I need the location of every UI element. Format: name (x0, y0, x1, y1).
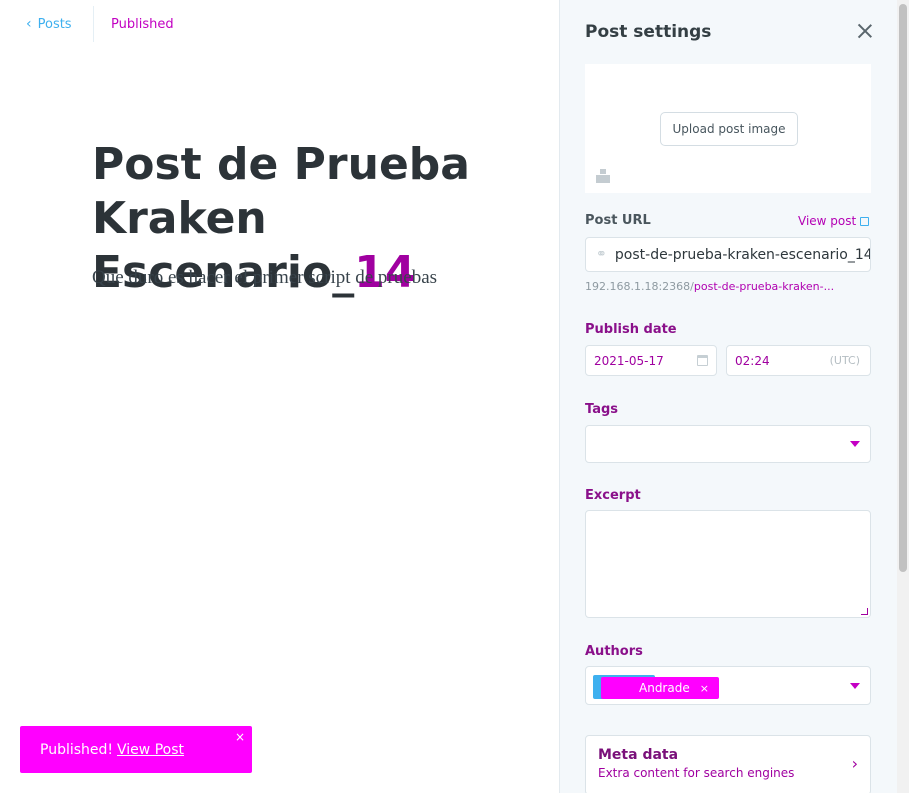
post-url-preview: 192.168.1.18:2368/post-de-prueba-kraken-… (585, 280, 871, 293)
date-value: 2021-05-17 (594, 353, 664, 368)
chevron-down-icon (850, 441, 860, 447)
url-preview-slug: post-de-prueba-kraken-... (693, 280, 835, 293)
post-settings-panel: Post settings Upload post image Post URL… (559, 0, 909, 793)
remove-author-icon[interactable]: × (700, 682, 709, 695)
author-name: Andrade (639, 681, 690, 695)
editor-topbar: ‹ Posts Published (0, 0, 559, 48)
post-image-dropzone[interactable]: Upload post image (585, 64, 871, 193)
url-preview-host: 192.168.1.18:2368/ (585, 280, 694, 293)
tags-label: Tags (585, 402, 619, 417)
back-to-posts-link[interactable]: ‹ Posts (26, 16, 72, 32)
time-value: 02:24 (735, 353, 770, 368)
authors-select[interactable]: Andrade × (585, 666, 871, 705)
timezone-label: (UTC) (829, 354, 860, 367)
upload-post-image-button[interactable]: Upload post image (660, 112, 798, 146)
publish-date-label: Publish date (585, 322, 677, 337)
meta-data-card[interactable]: Meta data Extra content for search engin… (585, 735, 871, 793)
toast-close-icon[interactable]: × (235, 730, 245, 744)
publish-time-input[interactable]: 02:24 (UTC) (726, 345, 871, 376)
meta-data-subtitle: Extra content for search engines (598, 766, 795, 780)
authors-label: Authors (585, 644, 643, 659)
publish-date-input[interactable]: 2021-05-17 (585, 345, 717, 376)
resize-handle-icon[interactable] (861, 608, 868, 615)
toast-view-post-link[interactable]: View Post (117, 742, 184, 758)
editor-area: ‹ Posts Published Post de Prueba Kraken … (0, 0, 559, 793)
post-url-label: Post URL (585, 213, 651, 228)
meta-data-title: Meta data (598, 747, 679, 763)
external-link-icon (860, 216, 870, 226)
chevron-right-icon: › (851, 754, 858, 773)
post-url-input[interactable]: ⚭ post-de-prueba-kraken-escenario_14 (585, 237, 871, 272)
close-icon[interactable] (856, 22, 874, 40)
excerpt-label: Excerpt (585, 488, 641, 503)
scrollbar[interactable] (897, 0, 909, 793)
back-link-label: Posts (37, 16, 72, 32)
view-post-link[interactable]: View post (798, 214, 870, 228)
link-icon: ⚭ (596, 247, 607, 262)
post-body[interactable]: Que duro es hacer el primer script de pr… (92, 267, 437, 289)
author-token-chip: Andrade × (601, 677, 719, 699)
post-status: Published (111, 17, 174, 32)
toast-message: Published! (40, 741, 114, 758)
post-title-line1: Post de Prueba Kraken (92, 139, 470, 244)
tags-select[interactable] (585, 425, 871, 463)
view-post-label: View post (798, 214, 857, 228)
chevron-left-icon: ‹ (26, 16, 32, 32)
excerpt-textarea[interactable] (585, 510, 871, 618)
published-toast: Published! View Post × (20, 726, 252, 773)
topbar-divider (93, 6, 94, 42)
scrollbar-thumb[interactable] (899, 4, 907, 572)
panel-title: Post settings (585, 22, 712, 42)
calendar-icon (697, 355, 708, 366)
chevron-down-icon (850, 683, 860, 689)
image-icon (596, 169, 610, 183)
post-url-value: post-de-prueba-kraken-escenario_14 (614, 246, 871, 263)
